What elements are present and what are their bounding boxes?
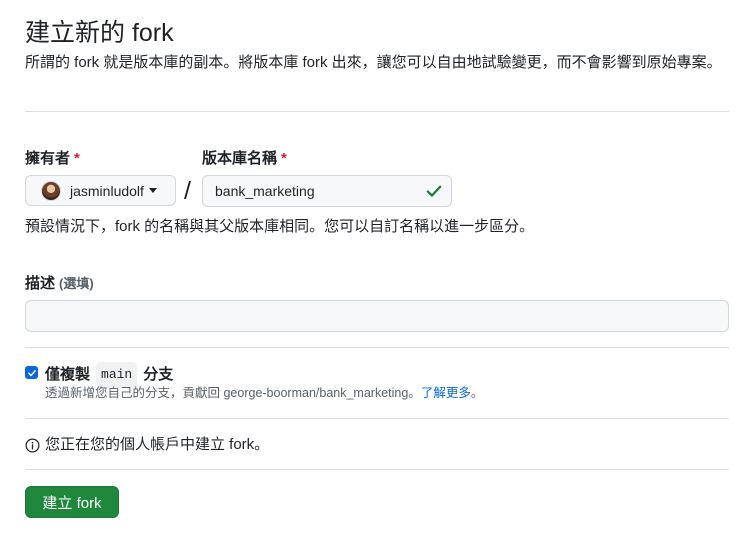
required-mark: * bbox=[281, 150, 287, 167]
owner-select-button[interactable]: jasminludolf bbox=[25, 175, 176, 206]
owner-name: jasminludolf bbox=[70, 182, 144, 199]
divider bbox=[25, 469, 729, 470]
divider bbox=[25, 418, 729, 419]
chevron-down-icon bbox=[148, 188, 157, 193]
avatar bbox=[41, 180, 61, 201]
copy-main-description: 透過新增您自己的分支，貢獻回 george-boorman/bank_marke… bbox=[45, 386, 484, 400]
divider bbox=[25, 111, 729, 112]
create-fork-button[interactable]: 建立 fork bbox=[25, 486, 119, 518]
info-message: 您正在您的個人帳戶中建立 fork。 bbox=[25, 434, 269, 456]
copy-main-checkbox[interactable] bbox=[25, 366, 38, 379]
page-subtitle: 所謂的 fork 就是版本庫的副本。將版本庫 fork 出來，讓您可以自由地試驗… bbox=[25, 54, 722, 71]
description-label: 描述 (選填) bbox=[25, 275, 94, 292]
check-icon bbox=[426, 185, 442, 197]
owner-label: 擁有者 * bbox=[25, 150, 80, 167]
optional-tag: (選填) bbox=[59, 276, 94, 291]
owner-repo-separator: / bbox=[184, 177, 191, 205]
description-input[interactable] bbox=[25, 300, 729, 332]
repo-name-input[interactable] bbox=[202, 175, 452, 207]
learn-more-link[interactable]: 了解更多 bbox=[421, 386, 471, 400]
divider bbox=[25, 347, 729, 348]
page-title: 建立新的 fork bbox=[25, 19, 174, 47]
checkmark-icon bbox=[27, 369, 36, 376]
required-mark: * bbox=[74, 150, 80, 167]
repo-name-hint: 預設情況下，fork 的名稱與其父版本庫相同。您可以自訂名稱以進一步區分。 bbox=[25, 218, 535, 235]
info-icon bbox=[25, 438, 40, 452]
repo-name-label: 版本庫名稱 * bbox=[202, 150, 287, 167]
